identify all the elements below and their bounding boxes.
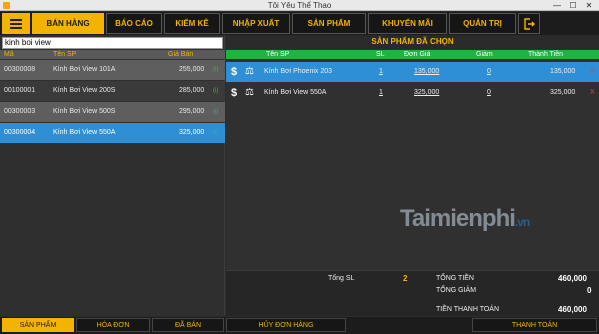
search-input[interactable]: kinh boi view (2, 37, 223, 49)
minimize-button[interactable]: — (549, 0, 565, 11)
cart-item-qty[interactable]: 1 (379, 62, 383, 82)
main-menu: BÁN HÀNG BÁO CÁO KIỂM KÊ NHẬP XUẤT SẢN P… (0, 12, 599, 35)
cart-row[interactable]: $ ⚖ Kính Bơi Phoenix 203 1 135,000 0 135… (226, 62, 599, 82)
info-icon[interactable]: (i) (213, 60, 218, 80)
delete-icon[interactable]: X (590, 83, 595, 103)
dollar-icon[interactable]: $ (231, 83, 237, 103)
info-icon[interactable]: (i) (213, 102, 218, 122)
menu-ban-hang[interactable]: BÁN HÀNG (32, 13, 104, 34)
amount-due-label: TIỀN THANH TOÁN (436, 306, 500, 313)
title-bar: Tôi Yêu Thể Thao — ☐ ✕ (0, 0, 599, 11)
watermark-text: Taimienphi (400, 205, 516, 232)
product-code: 00100001 (4, 87, 36, 94)
scale-icon[interactable]: ⚖ (245, 83, 254, 103)
total-qty-value: 2 (403, 274, 408, 283)
product-code: 00300003 (4, 108, 36, 115)
info-icon[interactable]: (i) (213, 123, 218, 143)
product-list-panel: kinh boi view Mã Tên SP Giá Bán 00300008… (0, 35, 225, 315)
product-code: 00300004 (4, 129, 36, 136)
order-summary: Tổng SL 2 TỔNG TIỀN 460,000 TỔNG GIẢM 0 … (226, 270, 599, 316)
dollar-icon[interactable]: $ (231, 62, 237, 82)
product-row[interactable]: 00300003 Kính Bơi View 500S 295,000 (i) (0, 102, 225, 122)
product-name: Kính Bơi View 500S (53, 108, 116, 115)
product-name: Kính Bơi View 200S (53, 87, 116, 94)
product-price: 255,000 (179, 66, 205, 73)
cart-item-unit-price[interactable]: 325,000 (414, 83, 439, 103)
product-name: Kính Bơi View 550A (53, 129, 116, 136)
menu-bao-cao[interactable]: BÁO CÁO (106, 13, 162, 34)
cart-item-qty[interactable]: 1 (379, 83, 383, 103)
total-discount-value: 0 (587, 286, 592, 295)
cart-row[interactable]: $ ⚖ Kính Bơi View 550A 1 325,000 0 325,0… (226, 83, 599, 103)
header-ma: Mã (4, 51, 14, 58)
watermark-logo: Taimienphi.vn (400, 205, 530, 233)
total-discount-label: TỔNG GIẢM (436, 287, 477, 294)
cart-item-discount[interactable]: 0 (487, 62, 491, 82)
product-price: 295,000 (179, 108, 205, 115)
cart-item-discount[interactable]: 0 (487, 83, 491, 103)
amount-due-value: 460,000 (558, 305, 587, 314)
tab-hoa-don[interactable]: HÓA ĐƠN (76, 318, 150, 332)
selected-title: SẢN PHẨM ĐÃ CHỌN (226, 35, 599, 49)
cancel-order-button[interactable]: HỦY ĐƠN HÀNG (226, 318, 346, 332)
watermark-suffix: .vn (514, 215, 530, 229)
info-icon[interactable]: (i) (213, 81, 218, 101)
cart-item-name: Kính Bơi Phoenix 203 (264, 68, 333, 75)
product-list-header: Mã Tên SP Giá Bán (0, 50, 225, 59)
tab-san-pham[interactable]: SẢN PHẨM (2, 318, 74, 332)
product-code: 00300008 (4, 66, 36, 73)
product-row-selected[interactable]: 00300004 Kính Bơi View 550A 325,000 (i) (0, 123, 225, 143)
total-amount-label: TỔNG TIỀN (436, 275, 474, 282)
product-price: 325,000 (179, 129, 205, 136)
product-price: 285,000 (179, 87, 205, 94)
logout-icon[interactable] (518, 13, 540, 34)
product-row[interactable]: 00300008 Kính Bơi View 101A 255,000 (i) (0, 60, 225, 80)
cart-item-unit-price[interactable]: 135,000 (414, 62, 439, 82)
cart-item-total: 325,000 (550, 89, 576, 96)
header-ten-sp: Tên SP (53, 51, 77, 58)
checkout-button[interactable]: THANH TOÁN (472, 318, 597, 332)
total-qty-label: Tổng SL (328, 275, 355, 282)
delete-icon[interactable]: X (590, 62, 595, 82)
header-sl: SL (376, 51, 385, 58)
tab-da-ban[interactable]: ĐÃ BÁN (152, 318, 224, 332)
header-don-gia: Đơn Giá (404, 51, 431, 58)
menu-quan-tri[interactable]: QUẢN TRỊ (449, 13, 516, 34)
app-icon (3, 2, 10, 9)
menu-nhap-xuat[interactable]: NHẬP XUẤT (222, 13, 290, 34)
scale-icon[interactable]: ⚖ (245, 62, 254, 82)
maximize-button[interactable]: ☐ (565, 0, 581, 11)
product-name: Kính Bơi View 101A (53, 66, 116, 73)
menu-khuyen-mai[interactable]: KHUYẾN MÃI (368, 13, 447, 34)
close-button[interactable]: ✕ (581, 0, 597, 11)
total-amount-value: 460,000 (558, 274, 587, 283)
header-thanh-tien: Thành Tiền (528, 51, 564, 58)
menu-san-pham[interactable]: SẢN PHẨM (292, 13, 366, 34)
bottom-nav: SẢN PHẨM HÓA ĐƠN ĐÃ BÁN HỦY ĐƠN HÀNG THA… (0, 317, 599, 334)
window-title: Tôi Yêu Thể Thao (267, 1, 332, 10)
header-ten-sp: Tên SP (266, 51, 290, 58)
app-window: Tôi Yêu Thể Thao — ☐ ✕ BÁN HÀNG BÁO CÁO … (0, 0, 599, 334)
product-row[interactable]: 00100001 Kính Bơi View 200S 285,000 (i) (0, 81, 225, 101)
selected-header: Tên SP SL Đơn Giá Giảm Thành Tiền (226, 50, 599, 59)
menu-kiem-ke[interactable]: KIỂM KÊ (164, 13, 220, 34)
cart-item-total: 135,000 (550, 68, 576, 75)
cart-item-name: Kính Bơi View 550A (264, 89, 327, 96)
header-gia-ban: Giá Bán (168, 51, 194, 58)
header-giam: Giảm (476, 51, 493, 58)
hamburger-menu-icon[interactable] (2, 13, 30, 34)
